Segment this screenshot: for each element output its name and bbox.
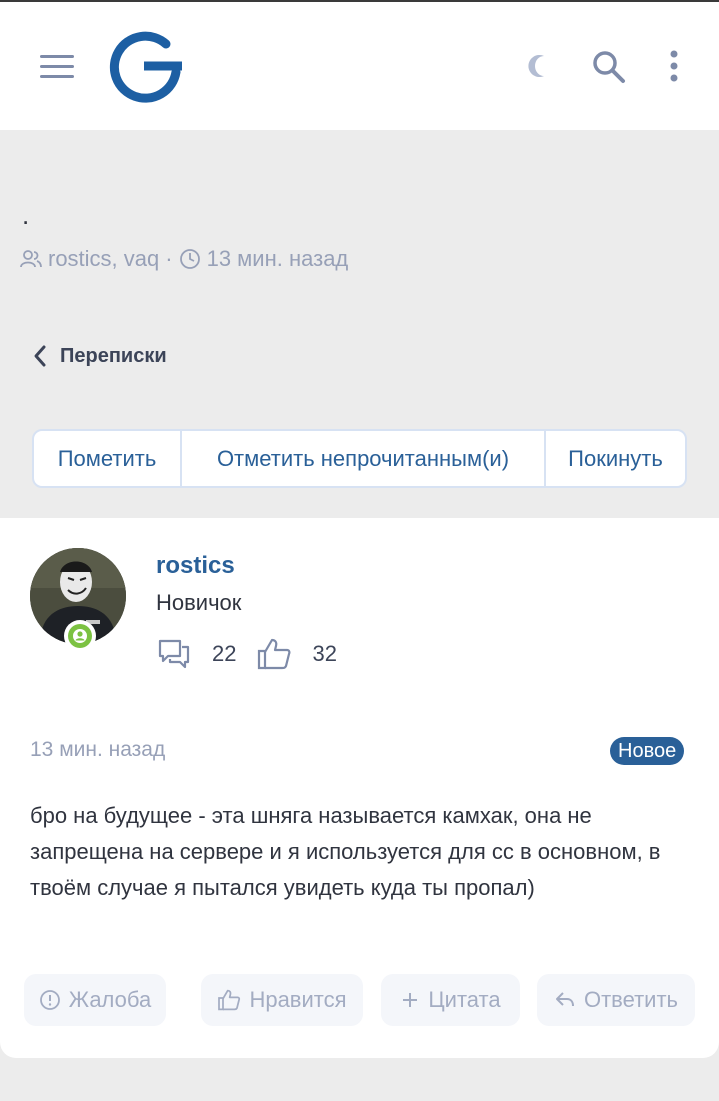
breadcrumb-label: Переписки — [60, 344, 167, 367]
messages-count: 22 — [212, 641, 237, 666]
clock-icon — [179, 249, 200, 269]
new-badge: Новое — [610, 737, 685, 765]
message-body: бро на будущее - эта шняга называется ка… — [30, 803, 661, 900]
quote-button[interactable]: Цитата — [381, 974, 520, 1026]
post-action-bar: Жалоба Нравится Цитата Ответить — [0, 974, 719, 1026]
thread-time: 13 мин. назад — [206, 246, 349, 271]
thumbs-up-icon — [258, 638, 291, 670]
kebab-more-icon[interactable] — [654, 46, 694, 86]
alert-circle-icon — [39, 990, 60, 1010]
thread-title: . — [22, 200, 30, 230]
user-title: Новичок — [156, 590, 242, 615]
thread-meta: rostics, vaq · 13 мин. назад — [20, 244, 348, 274]
meta-separator: · — [165, 246, 173, 271]
messages-icon — [158, 639, 190, 669]
thumbs-up-icon — [218, 989, 241, 1011]
reactions-count: 32 — [312, 641, 337, 666]
reply-arrow-icon — [555, 992, 574, 1007]
reply-label: Ответить — [583, 987, 679, 1012]
message-post: rostics Новичок 22 32 13 мин. назад Ново… — [0, 518, 719, 1058]
username-link[interactable]: rostics — [156, 552, 235, 580]
site-logo[interactable] — [104, 28, 184, 104]
reply-button[interactable]: Ответить — [537, 974, 695, 1026]
chevron-left-icon — [34, 345, 46, 367]
leave-button[interactable]: Покинуть — [544, 431, 685, 486]
hamburger-menu-icon[interactable] — [38, 52, 76, 80]
report-label: Жалоба — [68, 987, 152, 1012]
breadcrumb[interactable]: Переписки — [32, 340, 167, 372]
search-icon[interactable] — [588, 46, 628, 86]
mark-unread-button[interactable]: Отметить непрочитанным(и) — [180, 431, 544, 486]
like-label: Нравится — [249, 987, 347, 1012]
conversation-action-bar: Пометить Отметить непрочитанным(и) Покин… — [32, 429, 687, 488]
like-button[interactable]: Нравится — [201, 974, 363, 1026]
report-button[interactable]: Жалоба — [24, 974, 166, 1026]
online-status-icon — [64, 620, 96, 652]
quote-label: Цитата — [428, 987, 501, 1012]
mark-button[interactable]: Пометить — [34, 431, 180, 486]
user-stats: 22 32 — [156, 634, 337, 674]
post-time[interactable]: 13 мин. назад — [30, 738, 165, 762]
site-header — [0, 2, 719, 130]
participants-link[interactable]: rostics, vaq — [48, 246, 159, 272]
participants-icon — [20, 250, 42, 268]
plus-icon — [403, 993, 418, 1007]
moon-icon[interactable] — [520, 46, 560, 86]
